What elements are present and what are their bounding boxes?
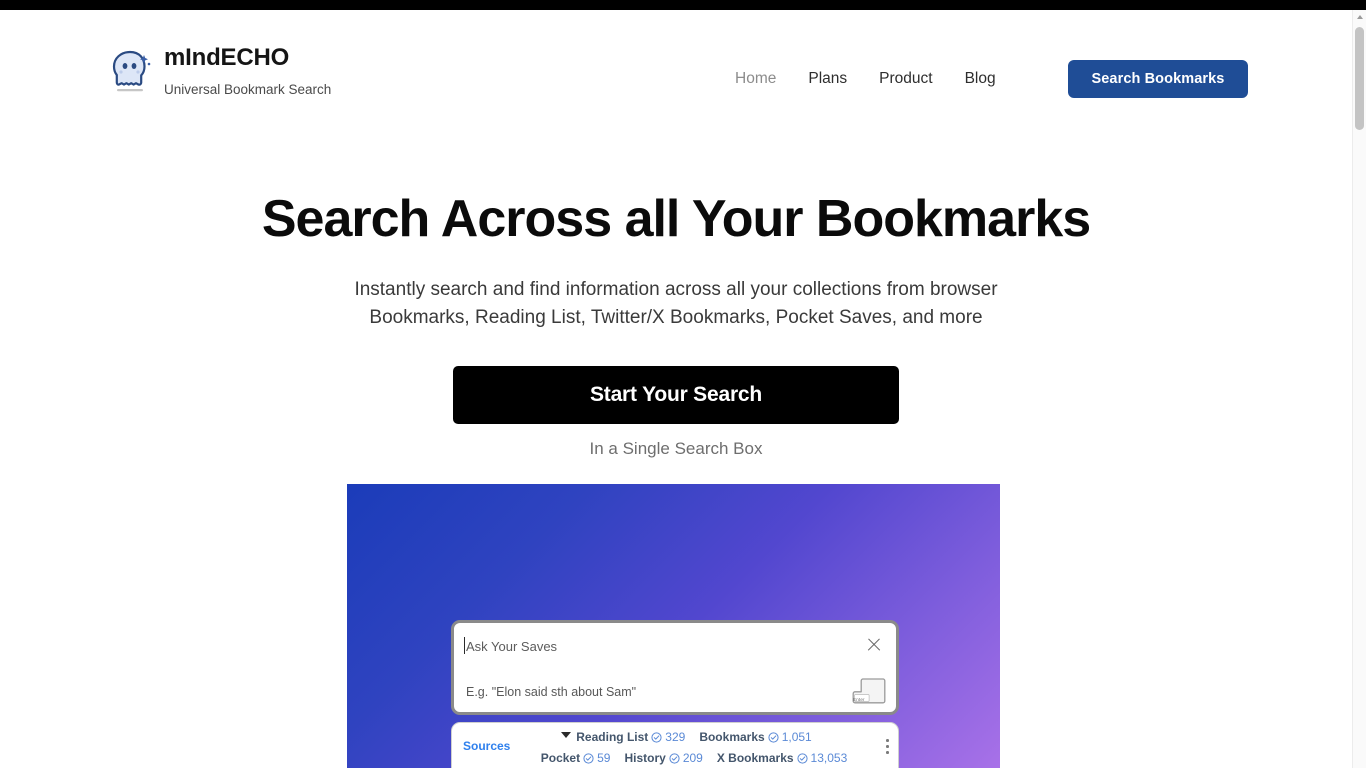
- text-caret: [464, 637, 465, 654]
- source-chip-row-2: Pocket 59 History 209 X Bookmarks 13,053: [514, 748, 874, 768]
- site-header: mIndECHO Universal Bookmark Search Home …: [0, 10, 1352, 128]
- hero-subtitle-line-2: Bookmarks, Reading List, Twitter/X Bookm…: [369, 307, 983, 328]
- start-your-search-button[interactable]: Start Your Search: [453, 366, 899, 424]
- sources-label[interactable]: Sources: [463, 739, 510, 754]
- source-name: Reading List: [576, 730, 649, 744]
- search-bookmarks-button[interactable]: Search Bookmarks: [1068, 60, 1248, 98]
- check-circle-icon: [651, 732, 662, 743]
- page-scrollbar[interactable]: [1352, 10, 1366, 768]
- source-chip-pocket[interactable]: Pocket 59: [541, 751, 611, 766]
- close-icon[interactable]: [866, 637, 882, 653]
- source-name: Pocket: [540, 751, 581, 765]
- nav-link-product[interactable]: Product: [879, 68, 932, 89]
- page-title: Search Across all Your Bookmarks: [261, 190, 1091, 248]
- check-circle-icon: [669, 753, 680, 764]
- cloud-ghost-sparkle-icon: [108, 46, 152, 96]
- source-chip-row-1: Reading List 329 Bookmarks 1,051: [514, 727, 874, 748]
- nav-link-home[interactable]: Home: [735, 68, 776, 89]
- source-count: 59: [597, 751, 611, 765]
- product-screenshot: Ask Your Saves E.g. "Elon said sth about…: [347, 484, 1000, 768]
- nav-link-blog[interactable]: Blog: [965, 68, 996, 89]
- source-chip-rows: Reading List 329 Bookmarks 1,051 Pocket …: [514, 727, 874, 768]
- check-circle-icon: [768, 732, 779, 743]
- brand-tagline: Universal Bookmark Search: [164, 82, 332, 97]
- nav-link-plans[interactable]: Plans: [808, 68, 847, 89]
- source-count: 1,051: [781, 730, 812, 744]
- source-name: Bookmarks: [699, 730, 765, 744]
- search-input[interactable]: Ask Your Saves: [466, 638, 557, 655]
- hero-subtitle-line-1: Instantly search and find information ac…: [354, 279, 998, 300]
- check-circle-icon: [796, 753, 808, 764]
- page-viewport: mIndECHO Universal Bookmark Search Home …: [0, 10, 1352, 768]
- hero-cta-container: Start Your Search: [0, 366, 1352, 424]
- brand-name: mIndECHO: [164, 44, 290, 71]
- browser-top-strip: [0, 0, 1366, 10]
- source-chip-bookmarks[interactable]: Bookmarks 1,051: [699, 730, 811, 745]
- source-chip-x-bookmarks[interactable]: X Bookmarks 13,053: [717, 751, 847, 766]
- brand-logo[interactable]: mIndECHO Universal Bookmark Search: [108, 44, 331, 98]
- source-name: X Bookmarks: [716, 751, 794, 765]
- search-dialog: Ask Your Saves E.g. "Elon said sth about…: [451, 620, 899, 715]
- scrollbar-thumb[interactable]: [1355, 27, 1364, 130]
- source-count: 209: [682, 751, 703, 765]
- source-count: 13,053: [810, 751, 848, 765]
- check-circle-icon: [583, 753, 594, 764]
- source-name: History: [624, 751, 666, 765]
- hero-cta-note: In a Single Search Box: [589, 439, 763, 458]
- enter-key-icon[interactable]: Enter: [852, 677, 886, 704]
- kebab-menu-icon[interactable]: [886, 739, 889, 754]
- hero-section: Search Across all Your Bookmarks Instant…: [0, 128, 1352, 460]
- sources-panel: Sources Reading List 329 Bookmarks 1,051…: [451, 722, 899, 768]
- source-chip-reading-list[interactable]: Reading List 329: [576, 730, 685, 745]
- search-example-hint: E.g. "Elon said sth about Sam": [466, 685, 637, 699]
- chevron-up-icon[interactable]: [1353, 10, 1366, 24]
- main-navigation: Home Plans Product Blog: [735, 68, 996, 89]
- hero-subtitle: Instantly search and find information ac…: [0, 276, 1352, 332]
- source-count: 329: [665, 730, 686, 744]
- enter-key-label: Enter: [853, 697, 865, 702]
- source-chip-history[interactable]: History 209: [624, 751, 702, 766]
